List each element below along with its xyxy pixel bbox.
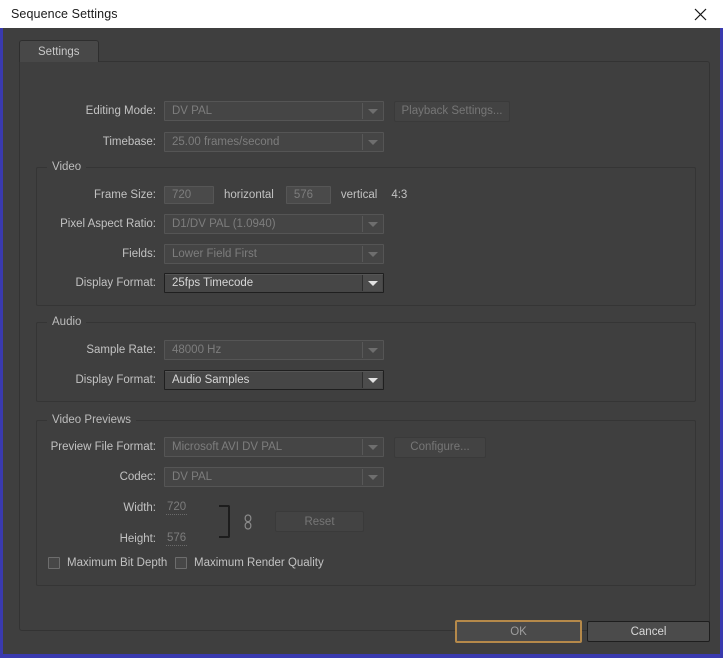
frame-size-label: Frame Size: xyxy=(94,189,156,201)
chain-link-icon[interactable] xyxy=(242,514,254,530)
pixel-aspect-ratio-label: Pixel Aspect Ratio: xyxy=(60,218,156,230)
chevron-down-icon xyxy=(362,134,382,150)
audio-display-format-label: Display Format: xyxy=(75,374,156,386)
tab-strip: Settings xyxy=(19,40,704,62)
ok-button[interactable]: OK xyxy=(455,620,582,643)
timebase-label: Timebase: xyxy=(102,136,156,148)
fields-select[interactable]: Lower Field First xyxy=(164,244,384,264)
maximum-bit-depth-label: Maximum Bit Depth xyxy=(67,557,168,569)
chevron-down-icon xyxy=(362,216,382,232)
preview-file-format-label: Preview File Format: xyxy=(50,441,156,453)
frame-size-horizontal-value: 720 xyxy=(172,189,192,201)
frame-size-vertical-label: vertical xyxy=(340,189,378,201)
close-icon[interactable] xyxy=(678,0,723,28)
ok-label: OK xyxy=(510,625,527,638)
window-title: Sequence Settings xyxy=(11,7,118,21)
preview-height-row: Height: 576 xyxy=(63,529,188,549)
timebase-row: Timebase: 25.00 frames/second xyxy=(63,132,463,152)
audio-display-format-value: Audio Samples xyxy=(172,374,250,386)
tab-settings-label: Settings xyxy=(38,45,80,58)
video-display-format-select[interactable]: 25fps Timecode xyxy=(164,273,384,293)
dimension-link-bracket xyxy=(219,505,230,538)
frame-size-horizontal-input[interactable]: 720 xyxy=(164,186,214,204)
audio-display-format-select[interactable]: Audio Samples xyxy=(164,370,384,390)
preview-height-label: Height: xyxy=(119,533,156,545)
frame-size-vertical-value: 576 xyxy=(293,189,314,201)
video-display-format-label: Display Format: xyxy=(75,277,156,289)
maximum-render-quality-box xyxy=(175,557,187,569)
tab-settings[interactable]: Settings xyxy=(19,40,99,62)
chevron-down-icon xyxy=(362,439,382,455)
frame-size-vertical-input[interactable]: 576 xyxy=(285,186,331,204)
chevron-down-icon xyxy=(362,246,382,262)
chevron-down-icon xyxy=(362,342,382,358)
cancel-label: Cancel xyxy=(630,625,667,638)
chevron-down-icon xyxy=(362,103,382,119)
fields-label: Fields: xyxy=(122,248,156,260)
maximum-bit-depth-checkbox[interactable]: Maximum Bit Depth xyxy=(48,557,167,569)
preview-file-format-row: Preview File Format: Microsoft AVI DV PA… xyxy=(39,436,486,458)
editing-mode-value: DV PAL xyxy=(172,105,213,117)
codec-label: Codec: xyxy=(119,471,156,483)
video-group-title: Video xyxy=(47,161,87,173)
audio-group-title: Audio xyxy=(47,316,87,328)
timebase-value: 25.00 frames/second xyxy=(172,136,280,148)
playback-settings-button[interactable]: Playback Settings... xyxy=(394,100,510,122)
preview-file-format-value: Microsoft AVI DV PAL xyxy=(172,441,283,453)
chevron-down-icon xyxy=(362,372,382,388)
preview-width-value[interactable]: 720 xyxy=(166,501,188,515)
video-display-format-value: 25fps Timecode xyxy=(172,277,254,289)
maximum-bit-depth-box xyxy=(48,557,60,569)
chain-link-icon-glyph xyxy=(244,514,252,530)
fields-value: Lower Field First xyxy=(172,248,257,260)
codec-value: DV PAL xyxy=(172,471,213,483)
maximum-render-quality-checkbox[interactable]: Maximum Render Quality xyxy=(175,557,324,569)
editing-mode-select[interactable]: DV PAL xyxy=(164,101,384,121)
chevron-down-icon xyxy=(362,275,382,291)
frame-size-horizontal-label: horizontal xyxy=(224,189,274,201)
dialog-footer: OK Cancel xyxy=(3,604,720,654)
sample-rate-select[interactable]: 48000 Hz xyxy=(164,340,384,360)
sample-rate-value: 48000 Hz xyxy=(172,344,222,356)
audio-group: Audio xyxy=(36,316,696,402)
cancel-button[interactable]: Cancel xyxy=(587,621,710,642)
codec-row: Codec: DV PAL xyxy=(63,467,384,487)
audio-display-format-row: Display Format: Audio Samples xyxy=(48,370,384,390)
dialog-body: Settings Editing Mode: DV PAL Playback S… xyxy=(3,28,720,654)
pixel-aspect-ratio-value: D1/DV PAL (1.0940) xyxy=(172,218,276,230)
pixel-aspect-ratio-select[interactable]: D1/DV PAL (1.0940) xyxy=(164,214,384,234)
chevron-down-icon xyxy=(362,469,382,485)
sample-rate-row: Sample Rate: 48000 Hz xyxy=(63,340,384,360)
preview-file-format-select[interactable]: Microsoft AVI DV PAL xyxy=(164,437,384,457)
video-display-format-row: Display Format: 25fps Timecode xyxy=(48,273,384,293)
pixel-aspect-ratio-row: Pixel Aspect Ratio: D1/DV PAL (1.0940) xyxy=(31,214,384,234)
preview-height-value[interactable]: 576 xyxy=(166,532,188,546)
timebase-select[interactable]: 25.00 frames/second xyxy=(164,132,384,152)
frame-size-aspect: 4:3 xyxy=(391,189,408,201)
codec-select[interactable]: DV PAL xyxy=(164,467,384,487)
preview-width-label: Width: xyxy=(123,502,156,514)
configure-button[interactable]: Configure... xyxy=(394,436,486,458)
fields-row: Fields: Lower Field First xyxy=(63,244,384,264)
sequence-settings-dialog: Sequence Settings Settings Editing Mode:… xyxy=(0,0,723,658)
configure-label: Configure... xyxy=(410,441,470,453)
maximum-render-quality-label: Maximum Render Quality xyxy=(194,557,324,569)
editing-mode-row: Editing Mode: DV PAL Playback Settings..… xyxy=(63,100,523,122)
reset-label: Reset xyxy=(304,515,335,528)
close-icon-glyph xyxy=(694,8,707,20)
editing-mode-label: Editing Mode: xyxy=(85,105,156,117)
reset-button[interactable]: Reset xyxy=(275,511,364,532)
playback-settings-label: Playback Settings... xyxy=(401,105,503,117)
video-previews-group-title: Video Previews xyxy=(47,414,137,426)
frame-size-row: Frame Size: 720 horizontal 576 vertical … xyxy=(63,185,407,205)
titlebar: Sequence Settings xyxy=(0,0,723,28)
preview-width-row: Width: 720 xyxy=(63,498,188,518)
sample-rate-label: Sample Rate: xyxy=(86,344,156,356)
